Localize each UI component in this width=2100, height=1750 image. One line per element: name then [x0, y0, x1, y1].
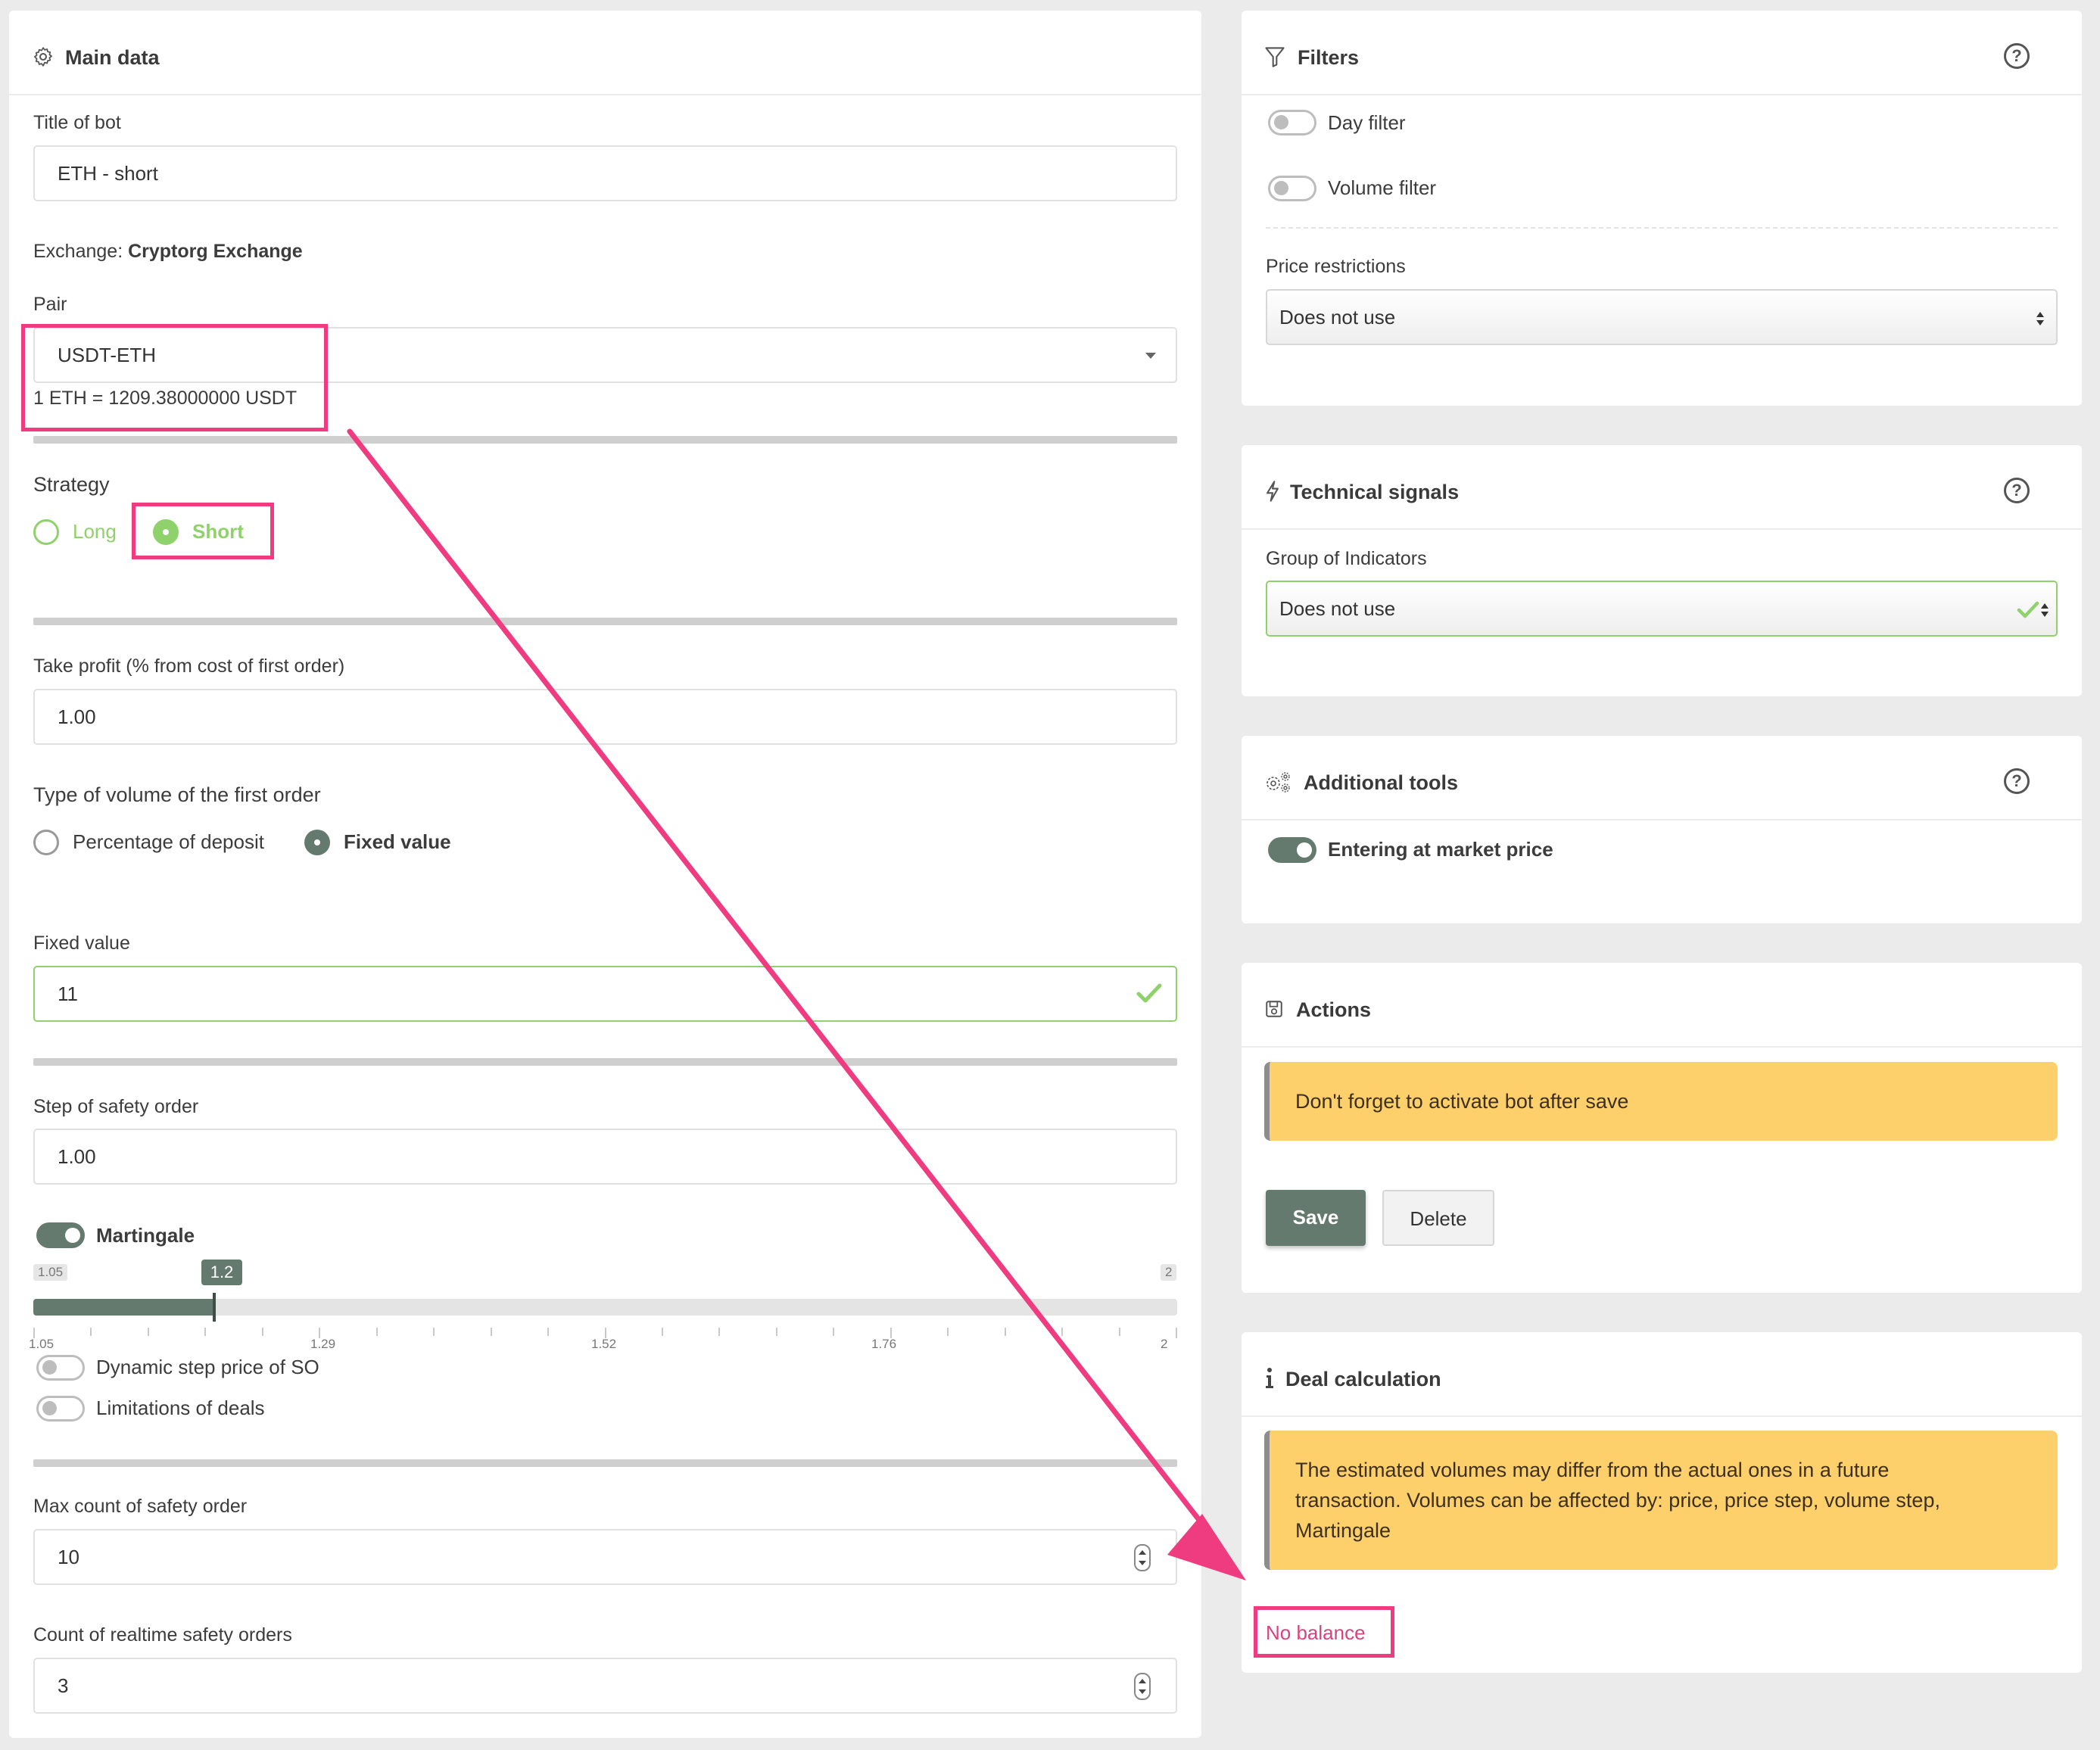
annotation-arrow [347, 428, 1246, 1580]
